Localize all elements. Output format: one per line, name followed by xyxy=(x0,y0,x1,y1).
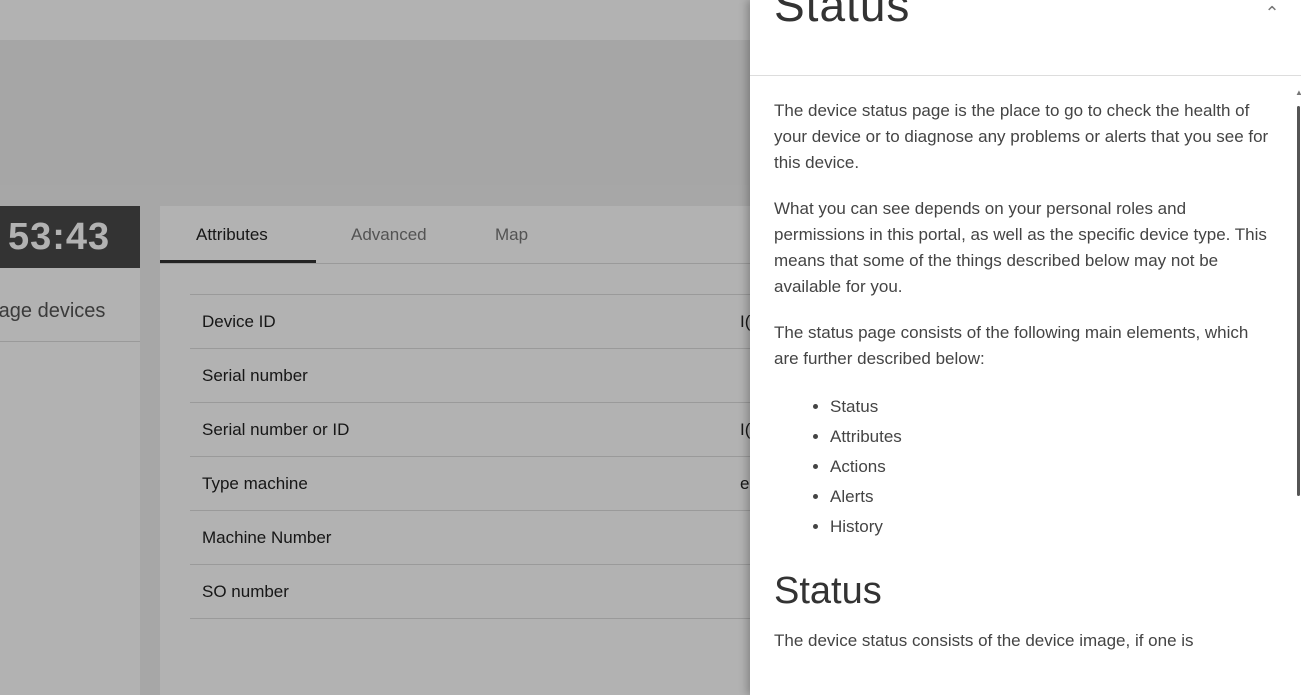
modal-backdrop[interactable] xyxy=(0,0,755,695)
help-paragraph: The status page consists of the followin… xyxy=(774,323,1249,368)
list-item: Attributes xyxy=(830,422,1274,452)
screen: 53:43 rage devices Attributes Advanced M… xyxy=(0,0,1301,695)
help-title: Status xyxy=(774,0,911,31)
help-content: The device status page is the place to g… xyxy=(774,98,1274,654)
help-section-title: Status xyxy=(774,570,882,612)
help-paragraph: The device status consists of the device… xyxy=(774,631,1194,650)
scroll-up-icon[interactable]: ▲ xyxy=(1295,88,1301,97)
list-item: Actions xyxy=(830,452,1274,482)
chevron-up-icon[interactable]: ⌃ xyxy=(1261,2,1283,24)
list-item: Alerts xyxy=(830,482,1274,512)
elements-list: Status Attributes Actions Alerts History xyxy=(830,392,1274,542)
help-scrollbar[interactable] xyxy=(1297,106,1300,496)
list-item: History xyxy=(830,512,1274,542)
device-page: 53:43 rage devices Attributes Advanced M… xyxy=(0,0,760,695)
help-panel: Status ⌃ The device status page is the p… xyxy=(750,0,1301,695)
help-paragraph: The device status page is the place to g… xyxy=(774,101,1269,172)
list-item: Status xyxy=(830,392,1274,422)
help-paragraph: What you can see depends on your persona… xyxy=(774,199,1267,296)
help-panel-header: Status ⌃ xyxy=(750,0,1301,76)
